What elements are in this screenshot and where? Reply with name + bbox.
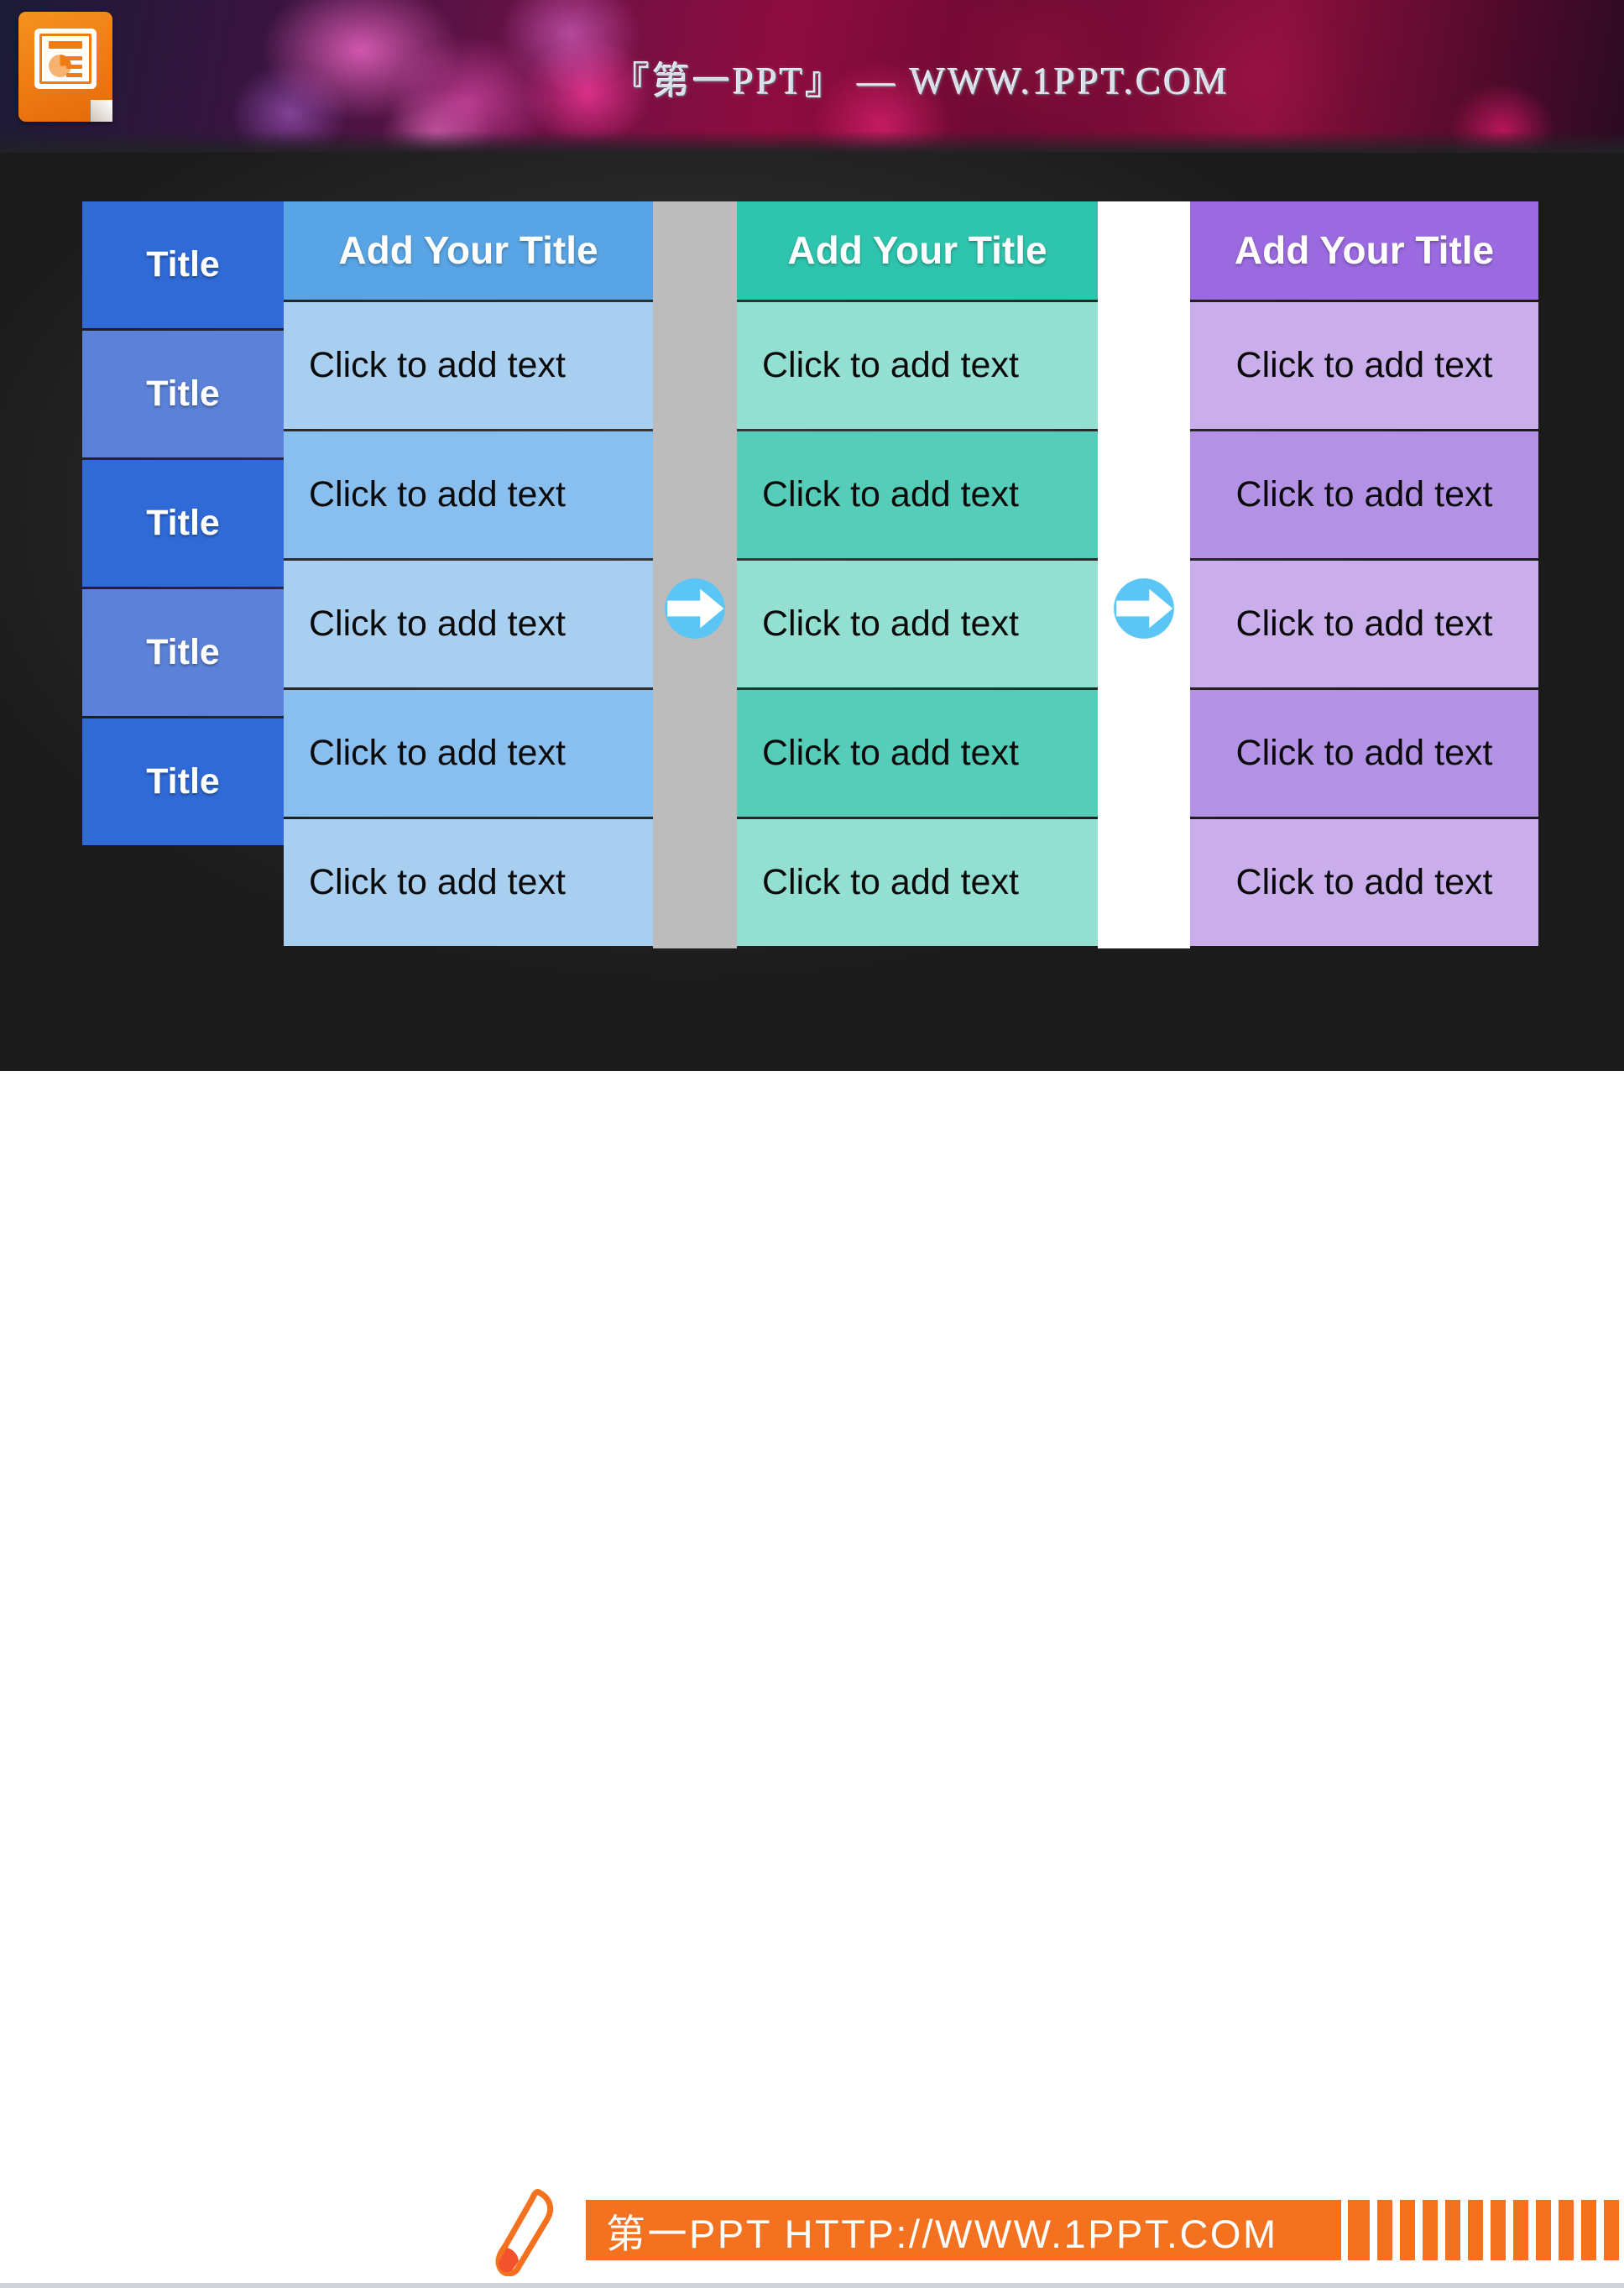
table-column-teal: Add Your Title Click to add text Click to …: [737, 201, 1098, 948]
barcode-bar: [1400, 2200, 1415, 2260]
table-cell-teal-4[interactable]: Click to add text: [737, 690, 1098, 817]
footer-divider-rule: [0, 2283, 1624, 2288]
table-cell-text: Click to add text: [762, 474, 1019, 515]
table-cell-purple-3[interactable]: Click to add text: [1190, 561, 1538, 687]
page-footer: 第一PPT HTTP://WWW.1PPT.COM: [0, 1071, 1624, 2288]
table-cell-purple-1[interactable]: Click to add text: [1190, 302, 1538, 429]
banner-bottom-fade: [0, 131, 1624, 153]
banner-brand-text: 『第一PPT』 — WWW.1PPT.COM: [611, 60, 1230, 102]
table-divider-divider-2: [1098, 201, 1190, 948]
table-cell-blue-3[interactable]: Click to add text: [284, 561, 653, 687]
table-cell-row-title-3[interactable]: Title: [82, 460, 284, 587]
table-cell-purple-4[interactable]: Click to add text: [1190, 690, 1538, 817]
table-cell-text: Click to add text: [762, 603, 1019, 645]
column-header-label: Add Your Title: [338, 227, 598, 272]
table-cell-blue-2[interactable]: Click to add text: [284, 431, 653, 558]
table-cell-row-title-5[interactable]: Title: [82, 718, 284, 845]
barcode-bar: [1491, 2200, 1506, 2260]
table-cell-teal-1[interactable]: Click to add text: [737, 302, 1098, 429]
table-cell-text: Click to add text: [309, 862, 566, 903]
barcode-bar: [1559, 2200, 1574, 2260]
pen-icon: [495, 2189, 554, 2276]
table-cell-row-title-4[interactable]: Title: [82, 589, 284, 716]
table-column-blue: Add Your Title Click to add text Click to …: [284, 201, 653, 948]
table-cell-text: Title: [146, 632, 220, 673]
table-cell-teal-2[interactable]: Click to add text: [737, 431, 1098, 558]
table-cell-text: Title: [146, 373, 220, 415]
table-column-row-title: Title Title Title Title Title: [82, 201, 284, 948]
slide-canvas: Title Title Title Title Title Add Your Title C…: [0, 153, 1624, 1071]
barcode-bar: [1377, 2200, 1392, 2260]
table-cell-text: Click to add text: [762, 733, 1019, 774]
table-cell-text: Title: [146, 503, 220, 544]
table-cell-blue-1[interactable]: Click to add text: [284, 302, 653, 429]
column-header-teal[interactable]: Add Your Title: [737, 201, 1098, 300]
barcode-bar: [1604, 2200, 1619, 2260]
table-cell-blue-5[interactable]: Click to add text: [284, 819, 653, 946]
table-cell-teal-3[interactable]: Click to add text: [737, 561, 1098, 687]
table-cell-blue-4[interactable]: Click to add text: [284, 690, 653, 817]
barcode-bar: [1423, 2200, 1438, 2260]
table-cell-row-title-2[interactable]: Title: [82, 331, 284, 457]
table-cell-text: Click to add text: [762, 862, 1019, 903]
barcode-bar: [1468, 2200, 1483, 2260]
circle-right-arrow-icon: [665, 578, 725, 639]
table-cell-teal-5[interactable]: Click to add text: [737, 819, 1098, 946]
column-header-blue[interactable]: Add Your Title: [284, 201, 653, 300]
barcode-bar: [1581, 2200, 1596, 2260]
table-cell-text: Title: [146, 244, 220, 285]
barcode-bar: [1445, 2200, 1460, 2260]
table-cell-text: Click to add text: [309, 474, 566, 515]
column-header-purple[interactable]: Add Your Title: [1190, 201, 1538, 300]
table-cell-text: Click to add text: [309, 733, 566, 774]
table-column-purple: Add Your Title Click to add text Click to …: [1190, 201, 1538, 948]
table-cell-text: Click to add text: [1235, 345, 1493, 386]
table-cell-purple-5[interactable]: Click to add text: [1190, 819, 1538, 946]
table-cell-text: Click to add text: [1235, 862, 1493, 903]
table-divider-divider-1: [653, 201, 737, 948]
table-cell-purple-2[interactable]: Click to add text: [1190, 431, 1538, 558]
barcode-bar: [1536, 2200, 1551, 2260]
column-header-label: Add Your Title: [1234, 227, 1495, 272]
table-cell-text: Click to add text: [309, 345, 566, 386]
table-cell-text: Click to add text: [1235, 474, 1493, 515]
table-cell-text: Click to add text: [309, 603, 566, 645]
barcode-bar: [1513, 2200, 1528, 2260]
powerpoint-logo-icon: [18, 12, 112, 122]
site-banner: 『第一PPT』 — WWW.1PPT.COM: [0, 0, 1624, 153]
table-cell-text: Click to add text: [1235, 603, 1493, 645]
circle-right-arrow-icon-1: [662, 576, 728, 641]
barcode-bars-icon: [1348, 2200, 1619, 2260]
table-cell-text: Click to add text: [762, 345, 1019, 386]
circle-right-arrow-icon-2: [1111, 576, 1177, 641]
table-cell-text: Click to add text: [1235, 733, 1493, 774]
footer-url-bar: 第一PPT HTTP://WWW.1PPT.COM: [586, 2200, 1341, 2260]
table-cell-text: Title: [146, 761, 220, 802]
circle-right-arrow-icon: [1114, 578, 1174, 639]
comparison-table: Title Title Title Title Title Add Your Title C…: [82, 201, 1538, 948]
table-cell-row-title-1[interactable]: Title: [82, 201, 284, 328]
column-header-label: Add Your Title: [787, 227, 1047, 272]
footer-url-text: 第一PPT HTTP://WWW.1PPT.COM: [606, 2211, 1278, 2256]
barcode-bar: [1348, 2200, 1370, 2260]
